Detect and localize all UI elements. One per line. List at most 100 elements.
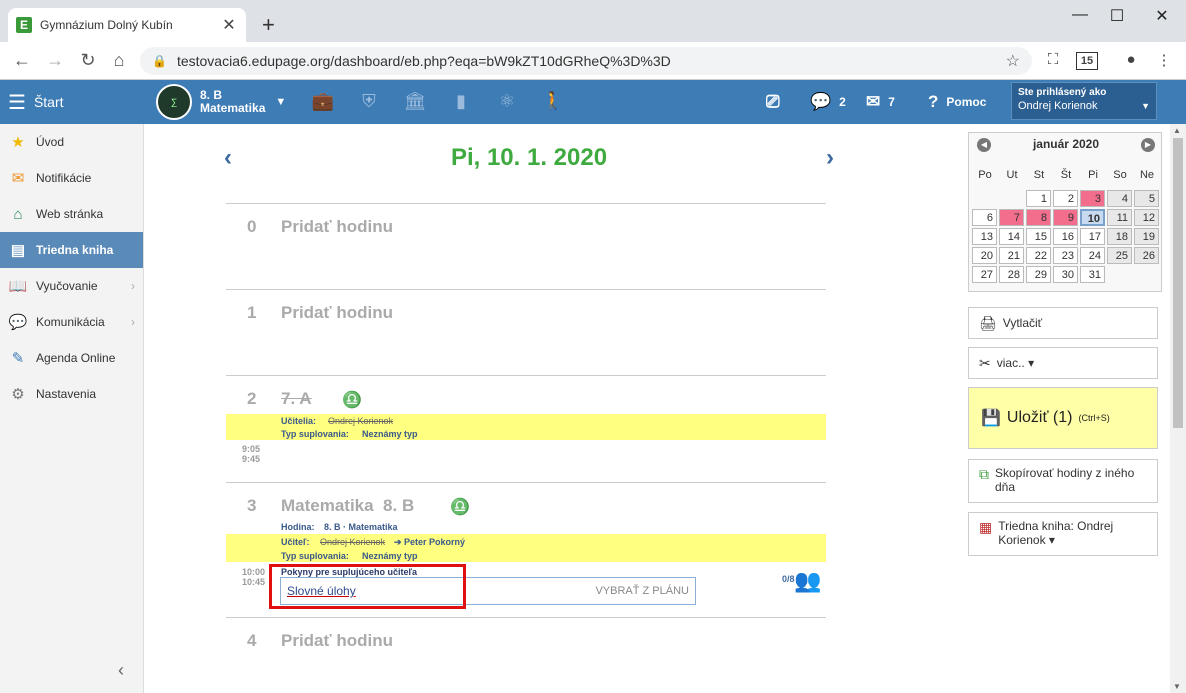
period-number: 4 — [247, 631, 257, 650]
students-icon[interactable]: 👥 — [794, 568, 821, 594]
atom-icon[interactable]: ⚛ — [494, 91, 520, 112]
sidebar-item-komunikacia[interactable]: 💬 Komunikácia › — [0, 304, 143, 340]
mail-button[interactable]: ✉ 7 — [866, 92, 895, 112]
calendar-day[interactable]: 22 — [1026, 247, 1051, 264]
calendar-day[interactable]: 23 — [1053, 247, 1078, 264]
group-icon[interactable]: ♎ — [342, 390, 362, 410]
sidebar-item-web-stranka[interactable]: ⌂ Web stránka — [0, 196, 143, 232]
calendar-day[interactable]: 9 — [1053, 209, 1078, 226]
calendar-day[interactable]: 26 — [1134, 247, 1159, 264]
calendar-day[interactable]: 6 — [972, 209, 997, 226]
divider — [226, 203, 826, 204]
sidebar-item-nastavenia[interactable]: ⚙ Nastavenia — [0, 376, 143, 412]
calendar-day[interactable]: 19 — [1134, 228, 1159, 245]
class-subject-selector[interactable]: ∑ 8. B Matematika ▼ — [156, 84, 286, 120]
forward-icon[interactable]: → — [43, 50, 67, 71]
help-button[interactable]: ? Pomoc — [928, 92, 986, 112]
prev-day-icon[interactable]: ‹ — [224, 144, 232, 172]
bar-chart-icon[interactable]: ▮ — [448, 91, 474, 112]
shield-icon[interactable]: ⛨ — [356, 91, 382, 112]
close-tab-icon[interactable]: ✕ — [220, 15, 238, 35]
calendar-day[interactable]: 20 — [972, 247, 997, 264]
calendar-day[interactable]: 1 — [1026, 190, 1051, 207]
calendar-day[interactable]: 15 — [1026, 228, 1051, 245]
app-header: ☰ Štart ∑ 8. B Matematika ▼ 💼 ⛨ 🏛 ▮ ⚛ 🚶 … — [0, 80, 1186, 124]
cast-icon[interactable]: ⎚ — [766, 92, 788, 112]
screenshot-icon[interactable]: ⛶ — [1042, 51, 1064, 68]
maximize-icon[interactable]: ☐ — [1097, 6, 1137, 26]
weekday-header: Po — [978, 169, 992, 181]
scroll-thumb[interactable] — [1173, 138, 1183, 428]
calendar-day[interactable]: 21 — [999, 247, 1024, 264]
group-icon[interactable]: ♎ — [450, 497, 470, 517]
calendar-day[interactable]: 5 — [1134, 190, 1159, 207]
close-window-icon[interactable]: ✕ — [1142, 6, 1182, 26]
calendar-day[interactable]: 11 — [1107, 209, 1132, 226]
calendar-day[interactable]: 30 — [1053, 266, 1078, 283]
back-icon[interactable]: ← — [10, 50, 34, 71]
print-button[interactable]: 🖨 Vytlačiť — [968, 307, 1158, 339]
new-tab-icon[interactable]: + — [262, 12, 275, 38]
add-lesson-link[interactable]: Pridať hodinu — [281, 303, 393, 323]
scroll-up-icon[interactable]: ▲ — [1173, 126, 1181, 135]
browser-chrome: E Gymnázium Dolný Kubín ✕ + — ☐ ✕ ← → ↻ … — [0, 0, 1186, 80]
minimize-icon[interactable]: — — [1060, 6, 1100, 24]
add-lesson-link[interactable]: Pridať hodinu — [281, 631, 393, 651]
collapse-sidebar-icon[interactable]: ‹ — [118, 660, 124, 681]
calendar-day[interactable]: 25 — [1107, 247, 1132, 264]
bookmark-star-icon[interactable]: ☆ — [1006, 51, 1020, 71]
copy-lessons-button[interactable]: ⧉ Skopírovať hodiny z iného dňa — [968, 459, 1158, 503]
address-bar[interactable]: 🔒 ☆ — [140, 47, 1032, 75]
calendar-day[interactable]: 12 — [1134, 209, 1159, 226]
next-day-icon[interactable]: › — [826, 144, 834, 172]
sidebar-item-uvod[interactable]: ★ Úvod — [0, 124, 143, 160]
calendar-day[interactable]: 17 — [1080, 228, 1105, 245]
calendar-day[interactable]: 27 — [972, 266, 997, 283]
save-button[interactable]: 💾 Uložiť (1) (Ctrl+S) — [968, 387, 1158, 449]
next-month-icon[interactable]: ▶ — [1141, 138, 1155, 152]
institution-icon[interactable]: 🏛 — [402, 91, 428, 112]
start-menu-button[interactable]: ☰ Štart — [0, 80, 144, 124]
home-button-icon[interactable]: ⌂ — [107, 50, 131, 71]
walking-icon[interactable]: 🚶 — [540, 91, 566, 112]
weekday-header: St — [1033, 169, 1045, 181]
calendar-day[interactable]: 7 — [999, 209, 1024, 226]
calendar-day[interactable]: 14 — [999, 228, 1024, 245]
more-button[interactable]: ✂ viac.. ▾ — [968, 347, 1158, 379]
sidebar-item-notifikacie[interactable]: ✉ Notifikácie — [0, 160, 143, 196]
calendar-day[interactable]: 31 — [1080, 266, 1105, 283]
calendar-day[interactable]: 18 — [1107, 228, 1132, 245]
scrollbar[interactable]: ▲ ▼ — [1170, 124, 1186, 693]
profile-icon[interactable]: ● — [1120, 51, 1142, 68]
scroll-down-icon[interactable]: ▼ — [1173, 682, 1181, 691]
url-input[interactable] — [176, 53, 1006, 69]
sidebar-item-agenda-online[interactable]: ✎ Agenda Online — [0, 340, 143, 376]
browser-toolbar: ← → ↻ ⌂ 🔒 ☆ ⛶ 15 ● ⋮ — [0, 42, 1186, 80]
pick-from-plan-button[interactable]: VYBRAŤ Z PLÁNU — [595, 585, 689, 597]
calendar-day[interactable]: 2 — [1053, 190, 1078, 207]
menu-kebab-icon[interactable]: ⋮ — [1153, 51, 1175, 69]
add-lesson-link[interactable]: Pridať hodinu — [281, 217, 393, 237]
calendar-icon: ▦ — [979, 519, 993, 535]
messages-button[interactable]: 💬 2 — [810, 92, 846, 112]
extension-badge-icon[interactable]: 15 — [1076, 52, 1098, 70]
lesson-title[interactable]: 7. A — [281, 389, 312, 409]
sidebar-item-triedna-kniha[interactable]: ▤ Triedna kniha — [0, 232, 143, 268]
sidebar-item-vyucovanie[interactable]: 📖 Vyučovanie › — [0, 268, 143, 304]
calendar-day[interactable]: 29 — [1026, 266, 1051, 283]
calendar-day[interactable]: 4 — [1107, 190, 1132, 207]
calendar-day[interactable]: 13 — [972, 228, 997, 245]
calendar-day[interactable]: 16 — [1053, 228, 1078, 245]
lesson-title[interactable]: Matematika 8. B — [281, 496, 414, 516]
calendar-day[interactable]: 24 — [1080, 247, 1105, 264]
briefcase-icon[interactable]: 💼 — [310, 91, 336, 112]
user-menu[interactable]: Ste prihlásený ako Ondrej Korienok ▼ — [1011, 82, 1157, 120]
calendar-day[interactable]: 3 — [1080, 190, 1105, 207]
time-end: 9:45 — [242, 454, 261, 464]
calendar-day[interactable]: 10 — [1080, 209, 1105, 226]
classbook-selector[interactable]: ▦ Triedna kniha: Ondrej Korienok ▾ — [968, 512, 1158, 556]
reload-icon[interactable]: ↻ — [76, 50, 100, 71]
calendar-day[interactable]: 8 — [1026, 209, 1051, 226]
calendar-day[interactable]: 28 — [999, 266, 1024, 283]
browser-tab[interactable]: E Gymnázium Dolný Kubín ✕ — [8, 8, 246, 42]
